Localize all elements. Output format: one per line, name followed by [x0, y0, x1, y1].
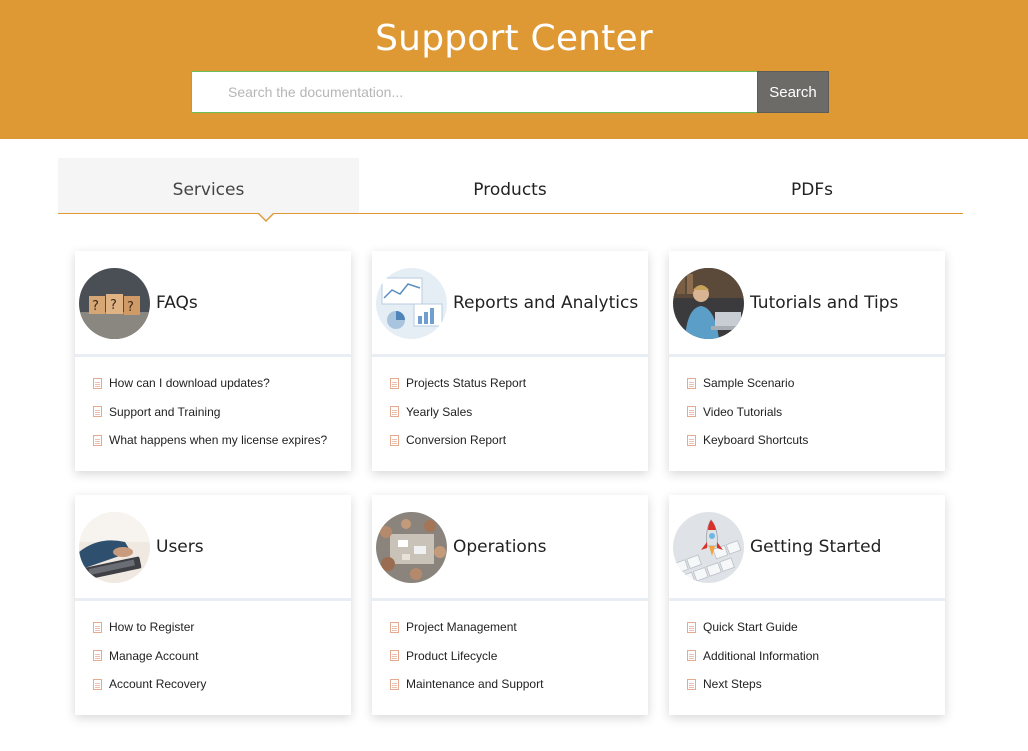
- card-link-list: How can I download updates? Support and …: [75, 369, 351, 455]
- list-item-label: Product Lifecycle: [406, 648, 498, 663]
- header-banner: Support Center Search: [0, 0, 1028, 139]
- rocket-keyboard-image: [673, 512, 744, 583]
- list-item[interactable]: Keyboard Shortcuts: [669, 426, 945, 455]
- card-link-list: Quick Start Guide Additional Information…: [669, 613, 945, 699]
- svg-text:?: ?: [92, 299, 99, 314]
- list-item[interactable]: Conversion Report: [372, 426, 648, 455]
- document-icon: [687, 406, 696, 418]
- list-item[interactable]: Support and Training: [75, 398, 351, 427]
- card-faqs: ? ? ? FAQs How can I download updates? S…: [75, 251, 351, 471]
- typing-keyboard-image: [79, 512, 150, 583]
- card-tutorials-and-tips: Tutorials and Tips Sample Scenario Video…: [669, 251, 945, 471]
- document-icon: [687, 650, 696, 662]
- card-operations: Operations Project Management Product Li…: [372, 495, 648, 715]
- document-icon: [390, 650, 399, 662]
- list-item-label: Projects Status Report: [406, 376, 527, 391]
- list-item[interactable]: How to Register: [75, 613, 351, 642]
- list-item-label: Account Recovery: [109, 677, 207, 692]
- list-item-label: Additional Information: [703, 648, 820, 663]
- document-icon: [687, 621, 696, 633]
- list-item[interactable]: Additional Information: [669, 642, 945, 671]
- document-icon: [93, 678, 102, 690]
- list-item[interactable]: Product Lifecycle: [372, 642, 648, 671]
- card-link-list: Sample Scenario Video Tutorials Keyboard…: [669, 369, 945, 455]
- card-header: Operations: [372, 495, 648, 601]
- card-title: FAQs: [156, 293, 198, 313]
- list-item-label: Video Tutorials: [703, 404, 783, 419]
- card-title: Getting Started: [750, 537, 882, 557]
- list-item[interactable]: Maintenance and Support: [372, 670, 648, 699]
- analytics-charts-image: [376, 268, 447, 339]
- document-icon: [390, 406, 399, 418]
- card-users: Users How to Register Manage Account Acc…: [75, 495, 351, 715]
- card-link-list: How to Register Manage Account Account R…: [75, 613, 351, 699]
- card-header: ? ? ? FAQs: [75, 251, 351, 357]
- list-item[interactable]: Quick Start Guide: [669, 613, 945, 642]
- card-header: Users: [75, 495, 351, 601]
- list-item-label: What happens when my license expires?: [109, 433, 328, 448]
- document-icon: [687, 377, 696, 389]
- list-item-label: Support and Training: [109, 404, 221, 419]
- list-item-label: Keyboard Shortcuts: [703, 433, 809, 448]
- card-header: Tutorials and Tips: [669, 251, 945, 357]
- list-item[interactable]: Projects Status Report: [372, 369, 648, 398]
- card-header: Reports and Analytics: [372, 251, 648, 357]
- document-icon: [93, 377, 102, 389]
- card-reports-and-analytics: Reports and Analytics Projects Status Re…: [372, 251, 648, 471]
- card-link-list: Project Management Product Lifecycle Mai…: [372, 613, 648, 699]
- active-tab-indicator: [257, 212, 275, 222]
- card-header: Getting Started: [669, 495, 945, 601]
- list-item-label: Project Management: [406, 620, 517, 635]
- card-getting-started: Getting Started Quick Start Guide Additi…: [669, 495, 945, 715]
- list-item[interactable]: Manage Account: [75, 642, 351, 671]
- list-item-label: Quick Start Guide: [703, 620, 798, 635]
- list-item-label: Maintenance and Support: [406, 677, 544, 692]
- list-item[interactable]: Account Recovery: [75, 670, 351, 699]
- document-icon: [93, 650, 102, 662]
- document-icon: [93, 406, 102, 418]
- document-icon: [93, 434, 102, 446]
- document-icon: [390, 377, 399, 389]
- search-button[interactable]: Search: [757, 71, 829, 113]
- list-item-label: Next Steps: [703, 677, 762, 692]
- list-item[interactable]: What happens when my license expires?: [75, 426, 351, 455]
- list-item[interactable]: Next Steps: [669, 670, 945, 699]
- page-title: Support Center: [375, 18, 653, 59]
- document-icon: [390, 434, 399, 446]
- category-tabs: Services Products PDFs: [58, 158, 963, 222]
- svg-text:?: ?: [110, 298, 117, 313]
- document-icon: [93, 621, 102, 633]
- list-item[interactable]: Yearly Sales: [372, 398, 648, 427]
- list-item-label: How can I download updates?: [109, 376, 270, 391]
- document-icon: [390, 678, 399, 690]
- list-item[interactable]: Project Management: [372, 613, 648, 642]
- tab-products[interactable]: Products: [359, 158, 661, 213]
- card-title: Operations: [453, 537, 547, 557]
- card-link-list: Projects Status Report Yearly Sales Conv…: [372, 369, 648, 455]
- list-item-label: Manage Account: [109, 648, 199, 663]
- list-item[interactable]: Sample Scenario: [669, 369, 945, 398]
- question-blocks-image: ? ? ?: [79, 268, 150, 339]
- list-item-label: Yearly Sales: [406, 404, 473, 419]
- list-item[interactable]: How can I download updates?: [75, 369, 351, 398]
- document-icon: [687, 434, 696, 446]
- document-icon: [390, 621, 399, 633]
- card-title: Users: [156, 537, 204, 557]
- tab-pdfs[interactable]: PDFs: [661, 158, 963, 213]
- svg-text:?: ?: [127, 300, 134, 315]
- list-item-label: Conversion Report: [406, 433, 507, 448]
- card-title: Reports and Analytics: [453, 293, 639, 313]
- list-item[interactable]: Video Tutorials: [669, 398, 945, 427]
- list-item-label: How to Register: [109, 620, 195, 635]
- card-title: Tutorials and Tips: [750, 293, 899, 313]
- tab-services[interactable]: Services: [58, 158, 359, 213]
- list-item-label: Sample Scenario: [703, 376, 795, 391]
- team-meeting-image: [376, 512, 447, 583]
- person-laptop-image: [673, 268, 744, 339]
- search-input[interactable]: [191, 71, 758, 113]
- document-icon: [687, 678, 696, 690]
